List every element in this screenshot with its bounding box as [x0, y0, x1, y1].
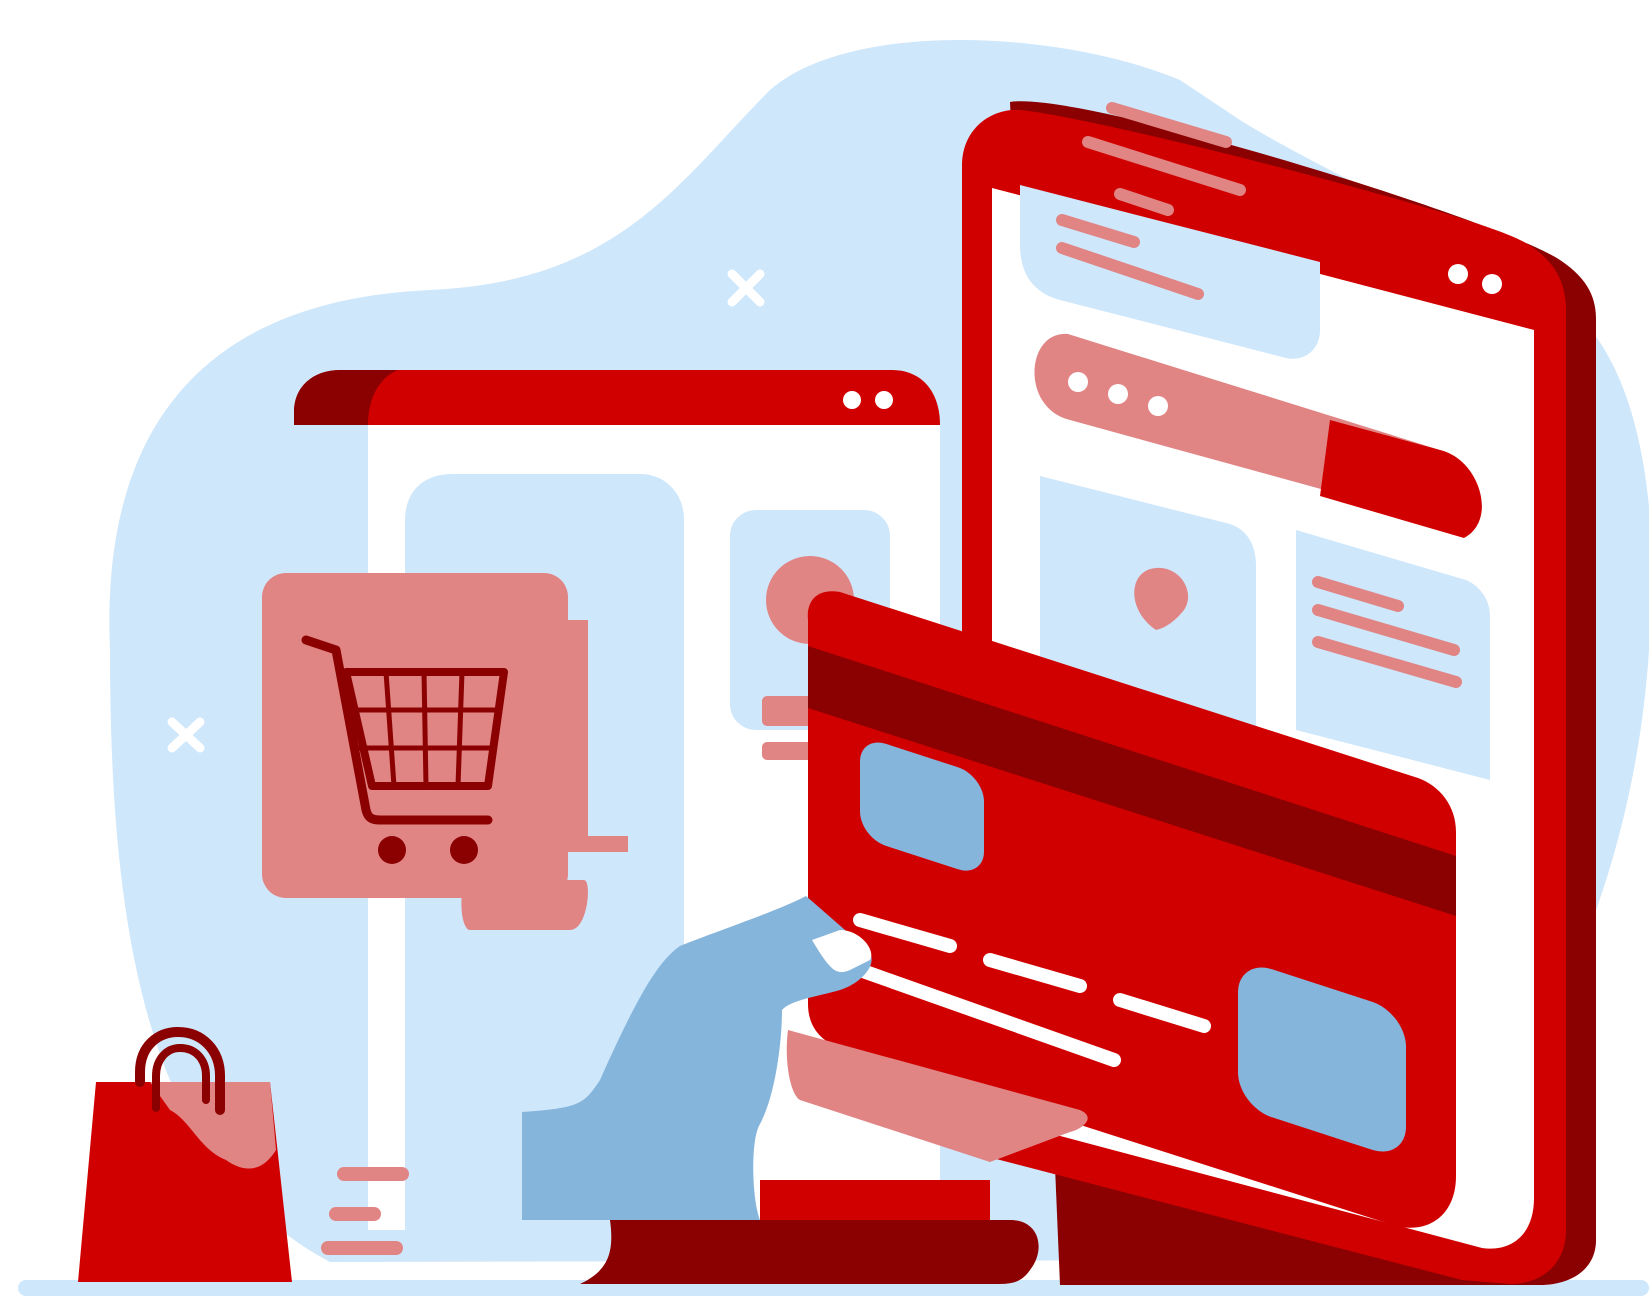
window-dot [875, 391, 893, 409]
window-dot [843, 391, 861, 409]
laptop-base [580, 1220, 1039, 1284]
browser-titlebar [294, 370, 940, 425]
window-dot [1148, 396, 1168, 416]
window-dot [1482, 274, 1502, 294]
window-dot [1448, 264, 1468, 284]
window-dot [1068, 372, 1088, 392]
sparkle-icon [1317, 17, 1359, 59]
payment-illustration [18, 17, 1649, 1296]
window-dot [1108, 384, 1128, 404]
